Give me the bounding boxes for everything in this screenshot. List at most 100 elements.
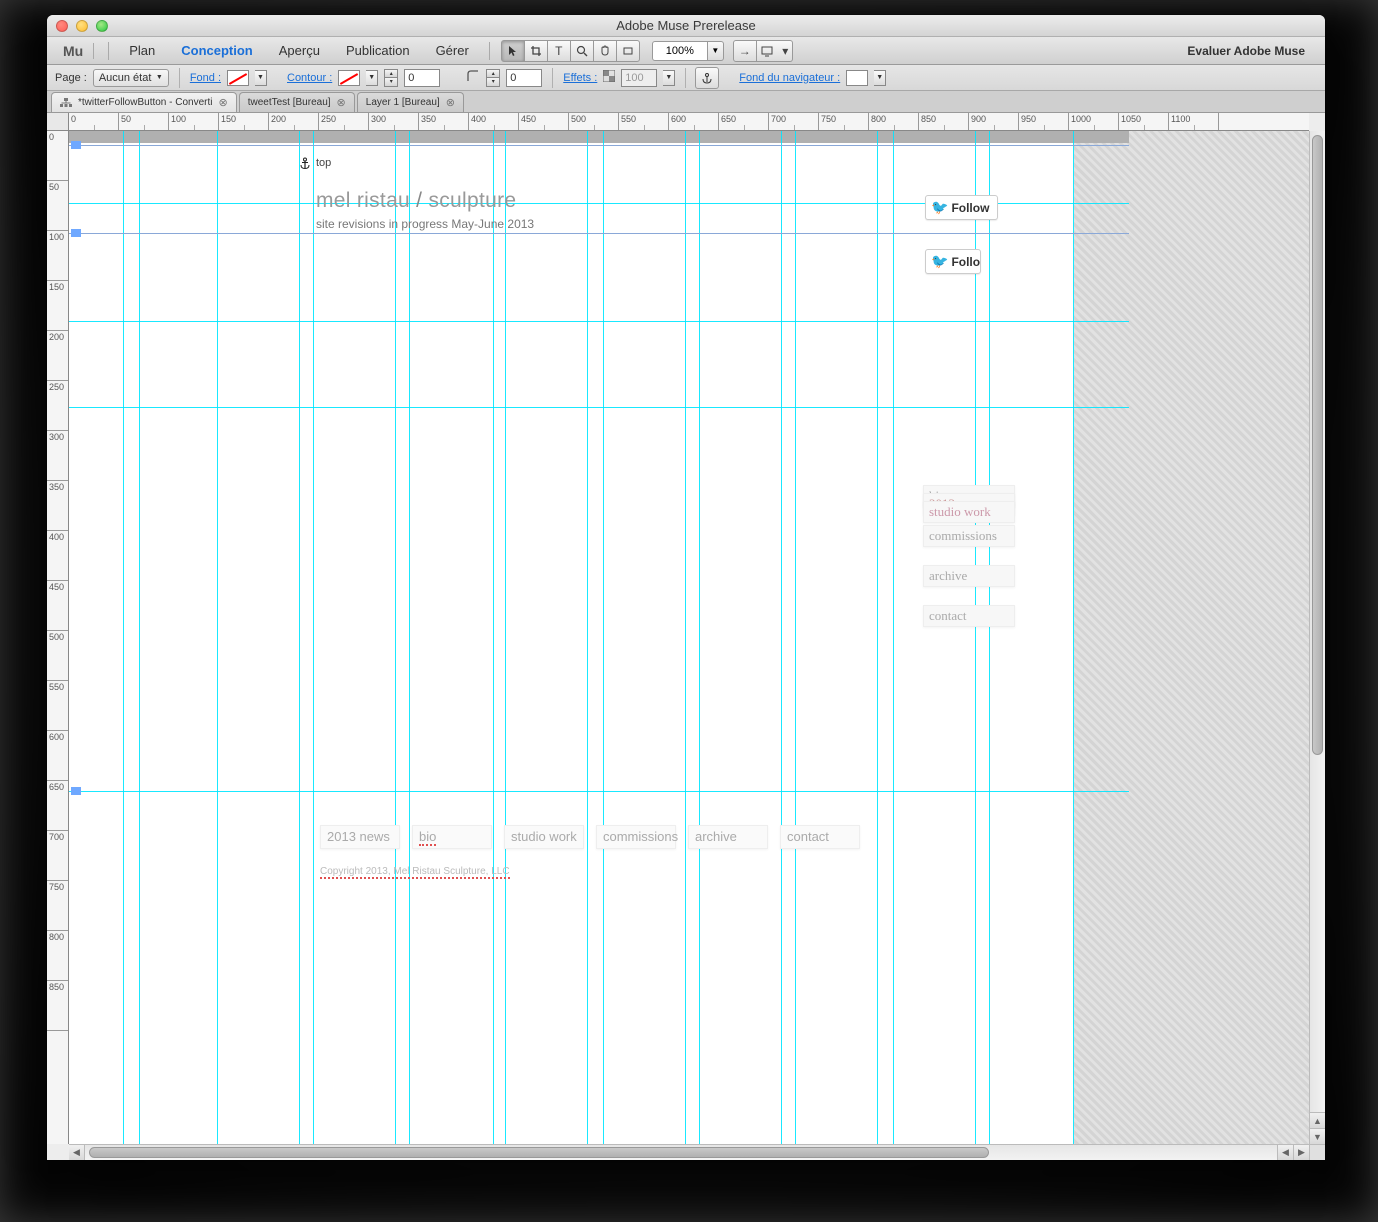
guide-vertical[interactable] — [139, 131, 140, 1144]
evaluate-link[interactable]: Evaluer Adobe Muse — [1187, 44, 1319, 58]
nav-item[interactable]: contact — [923, 605, 1015, 627]
link-tool[interactable]: → — [733, 40, 757, 62]
menu-gerer[interactable]: Gérer — [424, 40, 481, 61]
close-tab-icon[interactable]: ⊗ — [219, 96, 228, 109]
stroke-dropdown[interactable]: ▼ — [366, 70, 378, 86]
guide-horizontal[interactable] — [69, 791, 1129, 792]
guide-vertical[interactable] — [313, 131, 314, 1144]
guide-vertical[interactable] — [505, 131, 506, 1144]
twitter-follow-button-2[interactable]: 🐦 Follo — [925, 249, 981, 274]
guide-vertical[interactable] — [493, 131, 494, 1144]
guide-vertical[interactable] — [217, 131, 218, 1144]
scroll-down-button[interactable]: ▼ — [1310, 1128, 1325, 1144]
footer-item[interactable]: 2013 news — [320, 825, 400, 849]
opacity-dropdown[interactable]: ▼ — [663, 70, 675, 86]
header-guide[interactable] — [69, 233, 1129, 234]
fill-dropdown[interactable]: ▼ — [255, 70, 267, 86]
footer-item[interactable]: studio work — [504, 825, 584, 849]
horizontal-scrollbar[interactable]: ◀ ◀ ▶ — [69, 1144, 1309, 1160]
footer-item[interactable]: commissions — [596, 825, 676, 849]
nav-item[interactable]: commissions — [923, 525, 1015, 547]
guide-vertical[interactable] — [781, 131, 782, 1144]
guide-horizontal[interactable] — [69, 407, 1129, 408]
guide-vertical[interactable] — [603, 131, 604, 1144]
doc-tab-0[interactable]: *twitterFollowButton - Converti ⊗ — [51, 92, 237, 112]
zoom-dropdown[interactable]: ▼ — [708, 41, 724, 61]
guide-vertical[interactable] — [975, 131, 976, 1144]
footer-item[interactable]: bio — [412, 825, 492, 849]
site-title[interactable]: mel ristau / sculpture — [316, 189, 516, 213]
vertical-scrollbar[interactable]: ▲ ▼ — [1309, 131, 1325, 1144]
guide-vertical[interactable] — [409, 131, 410, 1144]
header-guide-handle[interactable] — [71, 141, 81, 149]
guide-vertical[interactable] — [699, 131, 700, 1144]
stroke-width-field[interactable]: 0 — [404, 69, 440, 87]
zoom-field[interactable]: 100% — [652, 41, 708, 61]
guide-vertical[interactable] — [123, 131, 124, 1144]
selection-tool[interactable] — [501, 40, 525, 62]
guide-vertical[interactable] — [989, 131, 990, 1144]
fill-swatch[interactable] — [227, 70, 249, 86]
guide-horizontal[interactable] — [69, 321, 1129, 322]
screen-tool-dropdown[interactable]: ▾ — [779, 40, 793, 62]
opacity-field[interactable]: 100 — [621, 69, 657, 87]
scroll-left-button[interactable]: ◀ — [69, 1145, 85, 1160]
crop-tool[interactable] — [524, 40, 548, 62]
effects-label[interactable]: Effets : — [563, 72, 597, 84]
guide-vertical[interactable] — [685, 131, 686, 1144]
corner-stepper[interactable]: ▴▾ — [486, 69, 500, 87]
anchor-top[interactable]: top — [299, 157, 331, 169]
guide-vertical[interactable] — [1073, 131, 1074, 1144]
canvas[interactable]: top mel ristau / sculpture site revision… — [69, 131, 1309, 1144]
browser-fill-dropdown[interactable]: ▼ — [874, 70, 886, 86]
scrollbar-thumb[interactable] — [1312, 135, 1323, 755]
copyright-text[interactable]: Copyright 2013, Mel Ristau Sculpture, LL… — [320, 866, 510, 877]
close-tab-icon[interactable]: ⊗ — [446, 96, 455, 109]
footer-item[interactable]: archive — [688, 825, 768, 849]
menu-conception[interactable]: Conception — [169, 40, 265, 61]
screen-tool[interactable] — [756, 40, 780, 62]
footer-item[interactable]: contact — [780, 825, 860, 849]
stroke-stepper[interactable]: ▴▾ — [384, 69, 398, 87]
nav-item[interactable]: archive — [923, 565, 1015, 587]
nav-item[interactable]: studio work — [923, 501, 1015, 523]
guide-vertical[interactable] — [795, 131, 796, 1144]
page-state-dropdown[interactable]: Aucun état▼ — [93, 69, 169, 87]
anchor-tool-button[interactable] — [695, 67, 719, 89]
twitter-follow-button-1[interactable]: 🐦 Follow — [925, 195, 998, 220]
scroll-up-button[interactable]: ▲ — [1310, 1112, 1325, 1128]
ruler-vertical[interactable]: 0501001502002503003504004505005506006507… — [47, 131, 69, 1144]
rectangle-tool[interactable] — [616, 40, 640, 62]
menu-plan[interactable]: Plan — [117, 40, 167, 61]
close-tab-icon[interactable]: ⊗ — [337, 96, 346, 109]
guide-vertical[interactable] — [877, 131, 878, 1144]
browser-fill-label[interactable]: Fond du navigateur : — [739, 72, 840, 84]
scroll-left-button-2[interactable]: ◀ — [1277, 1145, 1293, 1160]
stroke-label[interactable]: Contour : — [287, 72, 332, 84]
site-subtitle[interactable]: site revisions in progress May-June 2013 — [316, 217, 534, 231]
guide-vertical[interactable] — [395, 131, 396, 1144]
hand-tool[interactable] — [593, 40, 617, 62]
text-tool[interactable]: T — [547, 40, 571, 62]
doc-tab-1[interactable]: tweetTest [Bureau] ⊗ — [239, 92, 355, 112]
guide-vertical[interactable] — [299, 131, 300, 1144]
menu-publication[interactable]: Publication — [334, 40, 422, 61]
corner-field[interactable]: 0 — [506, 69, 542, 87]
tool-group-selection: T — [502, 40, 640, 62]
guide-vertical[interactable] — [893, 131, 894, 1144]
scrollbar-thumb[interactable] — [89, 1147, 989, 1158]
scroll-right-button[interactable]: ▶ — [1293, 1145, 1309, 1160]
menu-apercu[interactable]: Aperçu — [267, 40, 332, 61]
fill-label[interactable]: Fond : — [190, 72, 221, 84]
ruler-origin[interactable] — [47, 113, 69, 131]
zoom-tool[interactable] — [570, 40, 594, 62]
ruler-horizontal[interactable]: 0501001502002503003504004505005506006507… — [69, 113, 1309, 131]
doc-tab-2[interactable]: Layer 1 [Bureau] ⊗ — [357, 92, 464, 112]
header-guide-handle[interactable] — [71, 229, 81, 237]
header-guide[interactable] — [69, 145, 1129, 146]
app-logo[interactable]: Mu — [53, 43, 94, 59]
guide-vertical[interactable] — [587, 131, 588, 1144]
browser-fill-swatch[interactable] — [846, 70, 868, 86]
stroke-swatch[interactable] — [338, 70, 360, 86]
footer-guide-handle[interactable] — [71, 787, 81, 795]
